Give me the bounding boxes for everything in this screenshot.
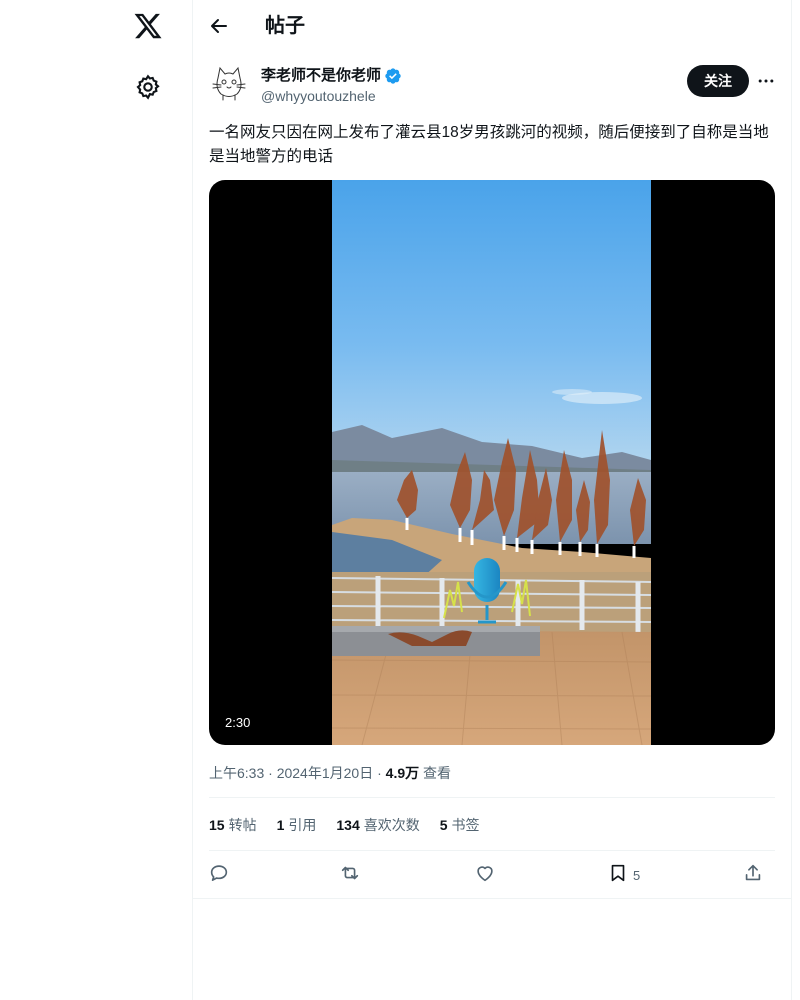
column-divider-right <box>791 0 792 1000</box>
reply-button[interactable] <box>208 862 230 889</box>
stat-label: 转帖 <box>228 817 257 833</box>
divider <box>193 898 791 899</box>
page-title: 帖子 <box>265 15 305 37</box>
video-thumbnail <box>332 180 651 745</box>
views-count: 4.9万 <box>385 765 420 781</box>
retweet-icon <box>339 862 361 889</box>
more-horizontal-icon[interactable] <box>755 69 777 93</box>
post-column: 帖子 李老师不是你老师 @whyyoutouzhele 关注 一名网友只因在网上… <box>193 0 791 1000</box>
left-rail <box>0 0 193 1000</box>
heart-icon <box>474 862 496 889</box>
stat-label: 书签 <box>451 817 480 833</box>
stat-likes[interactable]: 134 喜欢次数 <box>336 815 419 835</box>
author-display-name[interactable]: 李老师不是你老师 <box>261 66 381 86</box>
verified-badge-icon <box>384 67 402 85</box>
gear-icon[interactable] <box>134 73 162 101</box>
stat-reposts[interactable]: 15 转帖 <box>209 815 257 835</box>
stat-count: 134 <box>336 817 360 833</box>
post-meta: 上午6:33 · 2024年1月20日 · 4.9万 查看 <box>209 763 451 783</box>
post-time[interactable]: 上午6:33 <box>209 765 264 781</box>
stat-bookmarks[interactable]: 5 书签 <box>440 815 480 835</box>
bookmark-icon <box>607 862 629 889</box>
share-icon <box>742 862 764 889</box>
author-handle[interactable]: @whyyoutouzhele <box>261 87 376 105</box>
like-button[interactable] <box>474 862 496 889</box>
divider <box>209 797 775 798</box>
video-player[interactable]: 2:30 <box>209 180 775 745</box>
stat-count: 15 <box>209 817 225 833</box>
reply-icon <box>208 862 230 889</box>
x-logo-icon[interactable] <box>133 11 163 41</box>
retweet-button[interactable] <box>339 862 361 889</box>
follow-button[interactable]: 关注 <box>687 65 749 97</box>
views-label: 查看 <box>423 765 452 781</box>
stat-count: 5 <box>439 817 448 833</box>
stat-label: 喜欢次数 <box>363 817 420 833</box>
stat-label: 引用 <box>288 817 317 833</box>
tweet-text: 一名网友只因在网上发布了灌云县18岁男孩跳河的视频，随后便接到了自称是当地是当地… <box>209 124 769 165</box>
post-date[interactable]: 2024年1月20日 <box>277 765 374 781</box>
stat-count: 1 <box>276 817 285 833</box>
header: 帖子 <box>193 0 791 53</box>
meta-separator: · <box>377 765 382 781</box>
engagement-stats: 15 转帖 1 引用 134 喜欢次数 5 书签 <box>209 815 500 835</box>
author-name-row: 李老师不是你老师 <box>261 66 402 86</box>
bookmark-count: 5 <box>633 868 641 883</box>
action-bar: 5 <box>209 860 775 890</box>
share-button[interactable] <box>742 862 764 889</box>
arrow-left-icon[interactable] <box>207 14 231 38</box>
video-duration: 2:30 <box>219 712 257 734</box>
stat-quotes[interactable]: 1 引用 <box>277 815 317 835</box>
bookmark-button[interactable]: 5 <box>607 862 640 889</box>
meta-separator: · <box>268 765 273 781</box>
divider <box>209 850 775 851</box>
avatar[interactable] <box>209 62 249 102</box>
